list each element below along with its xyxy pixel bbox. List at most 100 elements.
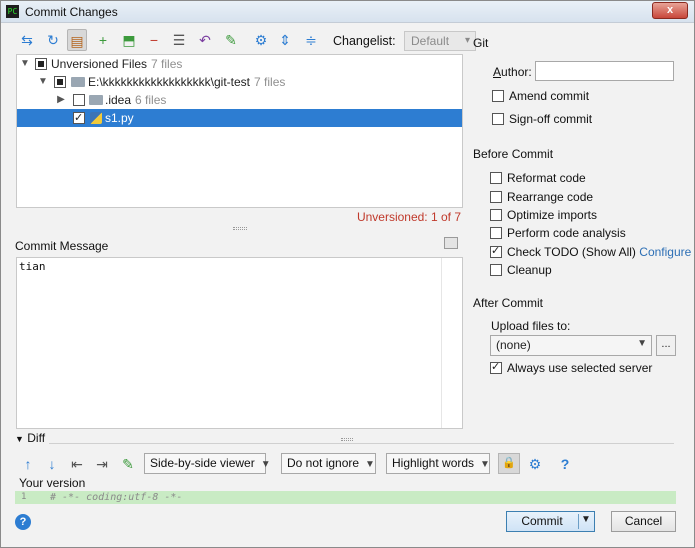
settings-gear-icon[interactable]: ⚙	[251, 29, 271, 51]
diff-settings-gear-icon[interactable]: ⚙	[526, 454, 544, 474]
title-bar: PC Commit Changes x	[1, 1, 694, 23]
commit-changes-dialog: PC Commit Changes x ⇆ ↻ ▤ + ⬒ − ☰ ↶ ✎ ⚙ …	[0, 0, 695, 548]
author-label: Author:	[493, 65, 532, 79]
tree-row-label: Unversioned Files	[51, 57, 148, 71]
refresh-icon[interactable]: ↻	[43, 29, 63, 51]
cleanup-checkbox[interactable]	[490, 264, 502, 276]
compare-next-file-icon[interactable]: ⇥	[93, 454, 111, 474]
tree-row-count: 7 files	[151, 57, 183, 71]
chevron-right-icon[interactable]: ▶	[55, 91, 67, 109]
commit-message-input[interactable]: tian	[16, 257, 463, 429]
rollback-icon[interactable]: ↶	[195, 29, 215, 51]
tree-row-idea[interactable]: ▶ .idea 6 files	[17, 91, 462, 109]
rearrange-code-checkbox[interactable]	[490, 191, 502, 203]
commit-message-text[interactable]: tian	[19, 260, 46, 273]
tree-row-count: 6 files	[135, 93, 167, 107]
move-to-changelist-icon[interactable]: ⬒	[119, 29, 139, 51]
always-use-server-checkbox[interactable]	[490, 359, 502, 375]
tree-row-git-test[interactable]: ▼ E:\kkkkkkkkkkkkkkkkkk\git-test 7 files	[17, 73, 462, 91]
group-by-directory-icon[interactable]: ▤	[67, 29, 87, 51]
optimize-imports-checkbox[interactable]	[490, 209, 502, 221]
splitter-handle[interactable]	[341, 438, 353, 441]
upload-server-select[interactable]: (none) ▼	[490, 335, 652, 356]
highlight-mode-select[interactable]: Highlight words ▼	[386, 453, 490, 474]
collapse-all-icon[interactable]: ≑	[301, 29, 321, 51]
changelist-label: Changelist:	[333, 34, 396, 48]
author-input[interactable]	[535, 61, 674, 81]
reformat-code-label: Reformat code	[507, 171, 586, 185]
folder-icon	[89, 95, 103, 105]
pycharm-app-icon: PC	[6, 5, 19, 18]
edit-source-icon[interactable]: ✎	[119, 454, 137, 474]
diff-code-line: 1 # -*- coding:utf-8 -*-	[15, 491, 676, 504]
splitter-handle[interactable]	[233, 227, 247, 230]
commit-separator	[578, 514, 579, 529]
tree-row-count: 7 files	[254, 75, 286, 89]
rearrange-code-label: Rearrange code	[507, 190, 594, 204]
edit-source-icon[interactable]: ✎	[221, 29, 241, 51]
signoff-commit-checkbox[interactable]	[492, 113, 504, 125]
code-text: # -*- coding:utf-8 -*-	[50, 492, 183, 503]
configure-link[interactable]: Configure	[639, 245, 691, 259]
optimize-imports-label: Optimize imports	[507, 208, 598, 222]
unversioned-checkbox[interactable]	[35, 58, 47, 70]
check-todo-checkbox[interactable]	[490, 243, 502, 259]
git-section-title: Git	[473, 36, 489, 50]
commit-label[interactable]: Commit	[507, 514, 577, 528]
chevron-down-icon: ▾	[464, 35, 470, 46]
git-test-checkbox[interactable]	[54, 76, 66, 88]
after-commit-title: After Commit	[473, 296, 544, 310]
commit-message-label: Commit Message	[15, 239, 109, 253]
shelve-icon[interactable]: ☰	[169, 29, 189, 51]
changelist-value: Default	[411, 34, 450, 48]
chevron-down-icon[interactable]: ▼	[37, 73, 49, 91]
close-button[interactable]: x	[652, 2, 688, 19]
chevron-down-icon: ▼	[480, 459, 490, 470]
viewer-mode-select[interactable]: Side-by-side viewer ▼	[144, 453, 271, 474]
chevron-down-icon[interactable]: ▼	[581, 514, 591, 525]
cancel-button[interactable]: Cancel	[611, 511, 676, 532]
commit-button[interactable]: Commit ▼	[506, 511, 595, 532]
browse-servers-button[interactable]: ...	[656, 335, 676, 356]
expand-all-icon[interactable]: ⇕	[275, 29, 295, 51]
author-label-text: uthor:	[501, 65, 532, 79]
cleanup-label: Cleanup	[507, 263, 552, 277]
compare-previous-file-icon[interactable]: ⇤	[68, 454, 86, 474]
show-diff-icon[interactable]: ⇆	[17, 29, 37, 51]
check-todo-label: Check TODO (Show All)	[507, 245, 636, 259]
diff-divider	[49, 443, 674, 444]
chevron-down-icon: ▼	[637, 338, 647, 349]
chevron-down-icon: ▼	[15, 434, 24, 444]
lock-icon[interactable]: 🔒	[498, 453, 520, 474]
upload-server-value: (none)	[496, 338, 531, 352]
perform-code-analysis-checkbox[interactable]	[490, 227, 502, 239]
whitespace-mode-value: Do not ignore	[287, 456, 360, 470]
amend-commit-checkbox[interactable]	[492, 90, 504, 102]
changelist-select[interactable]: Default ▾	[404, 31, 476, 51]
tree-row-unversioned[interactable]: ▼ Unversioned Files 7 files	[17, 55, 462, 73]
always-use-server-label: Always use selected server	[507, 361, 653, 375]
changes-tree: ▼ Unversioned Files 7 files ▼ E:\kkkkkkkk…	[16, 54, 463, 208]
python-file-icon	[90, 112, 102, 124]
diff-toggle[interactable]: ▼ Diff	[15, 431, 45, 445]
tree-row-label: s1.py	[105, 111, 134, 125]
chevron-down-icon[interactable]: ▼	[19, 55, 31, 73]
highlight-mode-value: Highlight words	[392, 456, 475, 470]
diff-label: Diff	[27, 431, 46, 445]
add-icon[interactable]: +	[93, 29, 113, 51]
signoff-commit-label: Sign-off commit	[509, 112, 593, 126]
help-icon[interactable]: ?	[15, 514, 31, 530]
tree-row-label: .idea	[105, 93, 132, 107]
chevron-down-icon: ▼	[260, 459, 271, 470]
previous-difference-icon[interactable]: ↑	[19, 454, 37, 474]
whitespace-mode-select[interactable]: Do not ignore ▼	[281, 453, 376, 474]
tree-row-s1-py[interactable]: s1.py	[17, 109, 462, 127]
remove-icon[interactable]: −	[144, 29, 164, 51]
idea-checkbox[interactable]	[73, 94, 85, 106]
diff-help-icon[interactable]: ?	[556, 454, 574, 474]
s1-py-checkbox[interactable]	[73, 109, 85, 127]
commit-history-icon[interactable]	[444, 237, 458, 249]
reformat-code-checkbox[interactable]	[490, 172, 502, 184]
chevron-down-icon: ▼	[365, 459, 375, 470]
next-difference-icon[interactable]: ↓	[43, 454, 61, 474]
